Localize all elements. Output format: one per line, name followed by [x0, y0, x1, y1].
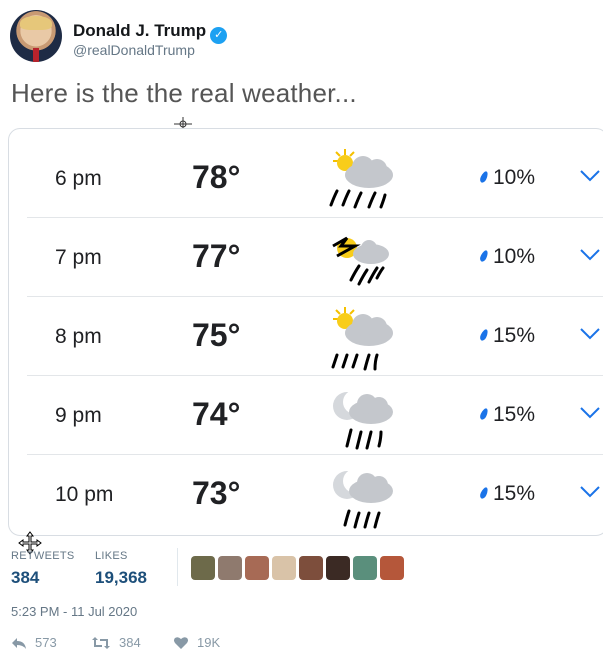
precipitation-chance: 10% [478, 245, 535, 269]
avatar[interactable] [10, 10, 62, 62]
forecast-row[interactable]: 8 pm 75° 15% [27, 297, 603, 376]
forecast-temperature: 77° [192, 238, 241, 274]
chevron-down-icon[interactable] [579, 169, 601, 183]
forecast-row[interactable]: 10 pm 73° 15% [27, 455, 603, 534]
avatar[interactable] [326, 556, 350, 580]
reply-icon [12, 638, 26, 649]
avatar[interactable] [272, 556, 296, 580]
raindrop-icon [478, 486, 490, 500]
retweet-icon [92, 637, 110, 649]
sun-cloud-rain-icon [329, 149, 393, 209]
heart-icon [174, 637, 188, 649]
tweet-stats: RETWEETS 384 LIKES 19,368 [11, 548, 591, 590]
chevron-down-icon[interactable] [579, 327, 601, 341]
retweet-button[interactable]: 384 [91, 635, 141, 650]
precipitation-chance: 15% [478, 324, 535, 348]
tweet-header: Donald J. Trump ✓ @realDonaldTrump [10, 10, 590, 62]
forecast-time: 8 pm [55, 325, 102, 348]
retweets-count: 384 [11, 568, 40, 587]
forecast-time: 6 pm [55, 167, 102, 190]
tweet-actions: 573 384 19K [11, 635, 311, 653]
forecast-row[interactable]: 9 pm 74° 15% [27, 376, 603, 455]
forecast-time: 9 pm [55, 404, 102, 427]
tweet-text: Here is the the real weather... [11, 78, 357, 108]
sun-cloud-rain-icon [332, 236, 389, 286]
forecast-time: 10 pm [55, 483, 114, 506]
verified-badge-icon: ✓ [210, 27, 228, 44]
precipitation-chance: 10% [478, 166, 535, 190]
avatar[interactable] [191, 556, 215, 580]
avatar[interactable] [353, 556, 377, 580]
likes-label: LIKES [95, 550, 128, 562]
forecast-time: 7 pm [55, 246, 102, 269]
avatar[interactable] [299, 556, 323, 580]
like-button[interactable]: 19K [173, 635, 220, 650]
moon-cloud-rain-icon [333, 390, 393, 450]
stats-divider [177, 548, 178, 586]
avatar[interactable] [245, 556, 269, 580]
reply-count: 573 [35, 635, 57, 650]
forecast-temperature: 74° [192, 396, 241, 432]
likes-stat[interactable]: LIKES 19,368 [95, 550, 147, 588]
author-name[interactable]: Donald J. Trump [73, 21, 206, 40]
moon-cloud-rain-icon [333, 469, 393, 529]
raindrop-icon [478, 407, 490, 421]
retweet-count: 384 [119, 635, 141, 650]
precipitation-chance: 15% [478, 482, 535, 506]
author-handle[interactable]: @realDonaldTrump [73, 42, 195, 58]
tweet-timestamp[interactable]: 5:23 PM - 11 Jul 2020 [11, 604, 137, 619]
author-name-row[interactable]: Donald J. Trump ✓ [73, 21, 228, 44]
avatar[interactable] [380, 556, 404, 580]
retweets-stat[interactable]: RETWEETS 384 [11, 550, 75, 588]
raindrop-icon [478, 249, 490, 263]
forecast-row[interactable]: 7 pm 77° 10% [27, 218, 603, 297]
forecast-temperature: 78° [192, 159, 241, 195]
sun-cloud-rain-icon [331, 307, 393, 371]
avatar[interactable] [218, 556, 242, 580]
like-count: 19K [197, 635, 221, 650]
chevron-down-icon[interactable] [579, 485, 601, 499]
likes-count: 19,368 [95, 568, 147, 587]
chevron-down-icon[interactable] [579, 406, 601, 420]
hourly-forecast-card: 6 pm 78° 10% 7 pm 77° 10% 8 pm 75° 15% 9… [8, 128, 603, 536]
raindrop-icon [478, 170, 490, 184]
reply-button[interactable]: 573 [11, 635, 57, 650]
forecast-temperature: 75° [192, 317, 241, 353]
raindrop-icon [478, 328, 490, 342]
retweets-label: RETWEETS [11, 550, 75, 562]
forecast-temperature: 73° [192, 475, 241, 511]
precipitation-chance: 15% [478, 403, 535, 427]
forecast-row[interactable]: 6 pm 78° 10% [27, 139, 603, 218]
chevron-down-icon[interactable] [579, 248, 601, 262]
